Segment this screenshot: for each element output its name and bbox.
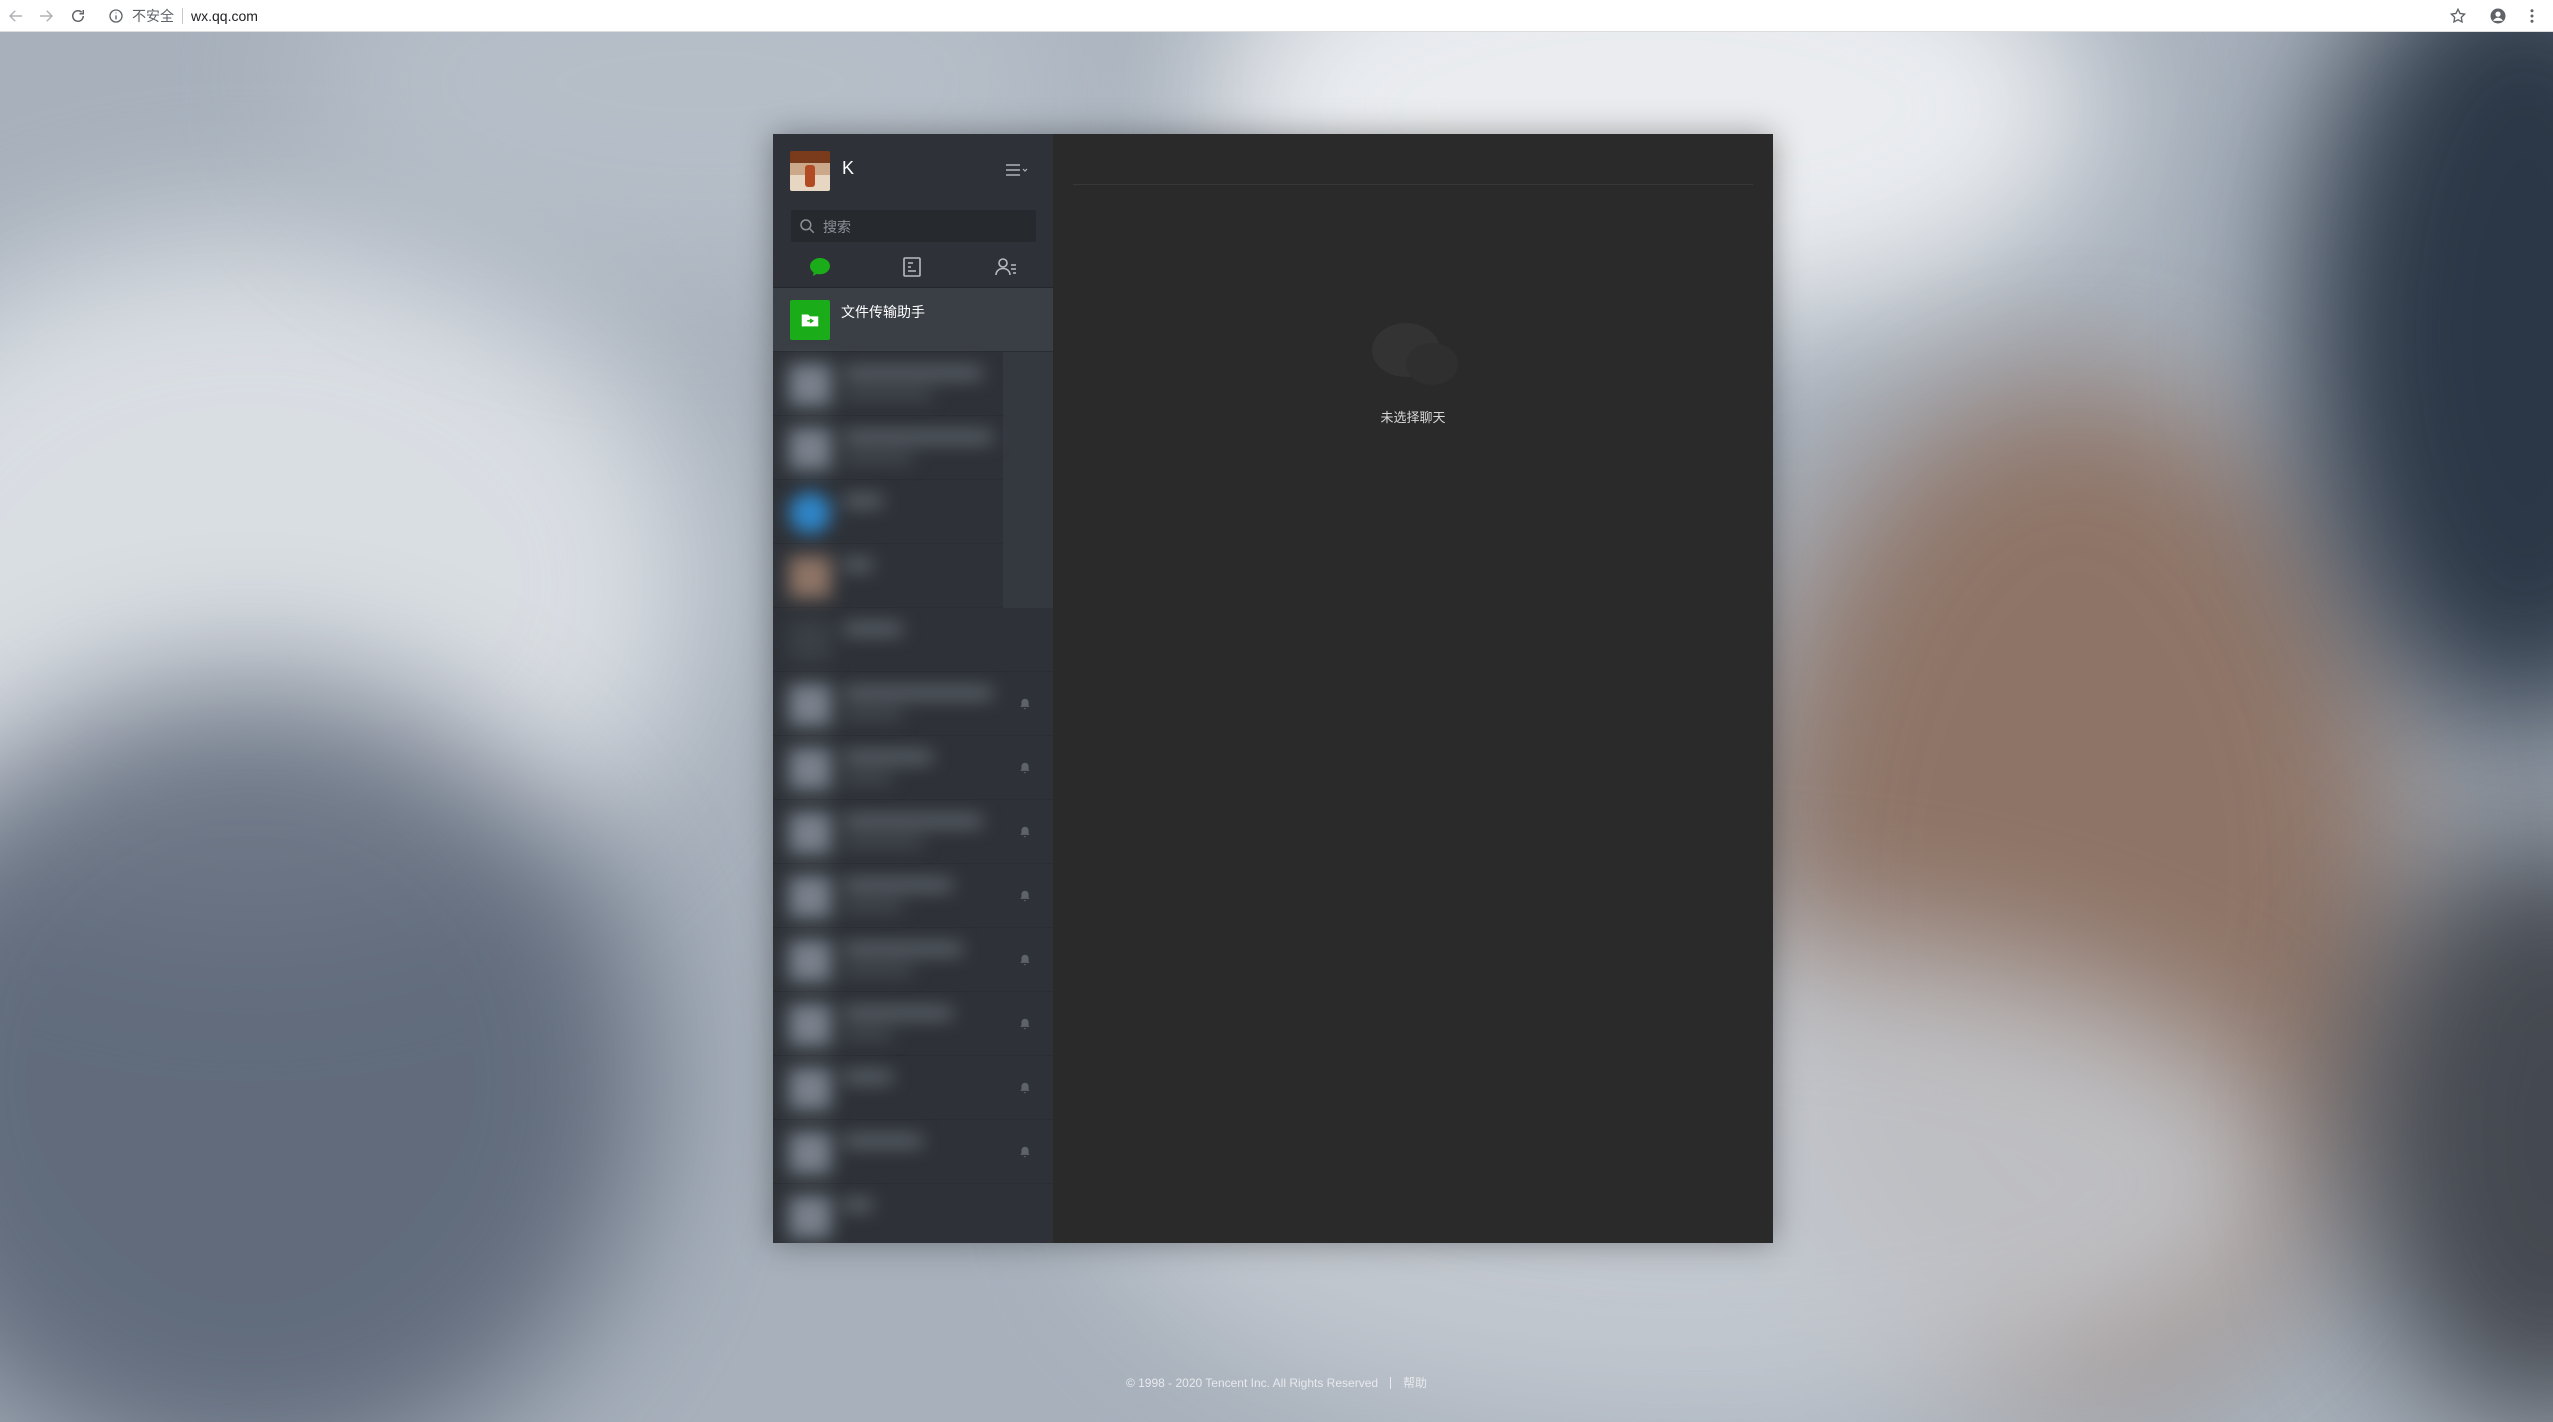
list-item[interactable] xyxy=(773,1184,1053,1243)
mute-bell-icon xyxy=(1020,698,1030,710)
page-footer: © 1998 - 2020 Tencent Inc. All Rights Re… xyxy=(0,1374,2553,1391)
list-item[interactable] xyxy=(773,352,1053,416)
mute-bell-icon xyxy=(1020,762,1030,774)
empty-chat-label: 未选择聊天 xyxy=(1380,410,1446,425)
chat-header-divider xyxy=(1073,184,1753,185)
forward-arrow-icon[interactable] xyxy=(34,4,58,28)
search-input[interactable] xyxy=(821,210,1035,244)
mute-bell-icon xyxy=(1020,1018,1030,1030)
mute-bell-icon xyxy=(1020,826,1030,838)
browser-menu-icon[interactable] xyxy=(2520,4,2544,28)
list-item[interactable] xyxy=(773,800,1053,864)
sidebar: K 文件传输助手 xyxy=(773,134,1053,1243)
list-item[interactable] xyxy=(773,1056,1053,1120)
account-icon[interactable] xyxy=(2486,4,2510,28)
list-item[interactable] xyxy=(773,1120,1053,1184)
chat-bubble-icon xyxy=(810,258,830,276)
address-separator xyxy=(182,8,183,24)
list-item[interactable] xyxy=(773,864,1053,928)
help-link[interactable]: 帮助 xyxy=(1403,1376,1427,1390)
list-item[interactable] xyxy=(773,416,1053,480)
copyright-text: © 1998 - 2020 Tencent Inc. All Rights Re… xyxy=(1125,1376,1379,1390)
bookmark-star-icon[interactable] xyxy=(2446,4,2470,28)
footer-separator xyxy=(1390,1377,1392,1389)
profile-nickname: K xyxy=(842,158,855,178)
list-item[interactable] xyxy=(773,992,1053,1056)
chat-name: 文件传输助手 xyxy=(841,304,925,320)
chat-list: 文件传输助手 xyxy=(773,288,1053,1243)
file-transfer-avatar xyxy=(790,300,830,340)
tab-articles[interactable] xyxy=(897,254,927,280)
address-bar[interactable]: 不安全 wx.qq.com xyxy=(108,4,258,28)
mute-bell-icon xyxy=(1020,1082,1030,1094)
list-item[interactable] xyxy=(773,480,1053,544)
folder-icon xyxy=(801,314,819,327)
search-icon xyxy=(800,219,815,234)
list-item[interactable] xyxy=(773,672,1053,736)
browser-toolbar: 不安全 wx.qq.com xyxy=(0,0,2553,32)
wechat-window: K 文件传输助手 xyxy=(773,134,1773,1243)
reload-icon[interactable] xyxy=(66,4,90,28)
list-item[interactable] xyxy=(773,736,1053,800)
article-icon xyxy=(903,257,921,277)
back-arrow-icon[interactable] xyxy=(4,4,28,28)
profile-header: K xyxy=(773,134,1053,206)
empty-chat-icon xyxy=(1372,323,1458,385)
mute-bell-icon xyxy=(1020,1146,1030,1158)
chat-area: 未选择聊天 xyxy=(1053,134,1773,1243)
nav-tabs xyxy=(773,248,1053,288)
mute-bell-icon xyxy=(1020,954,1030,966)
mute-bell-icon xyxy=(1020,890,1030,902)
avatar[interactable] xyxy=(790,151,830,191)
list-item[interactable] xyxy=(773,928,1053,992)
search-box xyxy=(791,210,1036,244)
tab-chats[interactable] xyxy=(805,254,835,280)
menu-icon[interactable] xyxy=(1003,159,1029,181)
tab-contacts[interactable] xyxy=(991,254,1021,280)
url-text[interactable]: wx.qq.com xyxy=(191,8,258,24)
list-item[interactable] xyxy=(773,608,1053,672)
info-icon[interactable] xyxy=(108,8,124,24)
list-item[interactable] xyxy=(773,544,1053,608)
list-item-file-transfer[interactable]: 文件传输助手 xyxy=(773,288,1053,352)
contacts-icon xyxy=(995,258,1016,276)
security-label[interactable]: 不安全 xyxy=(132,6,174,26)
